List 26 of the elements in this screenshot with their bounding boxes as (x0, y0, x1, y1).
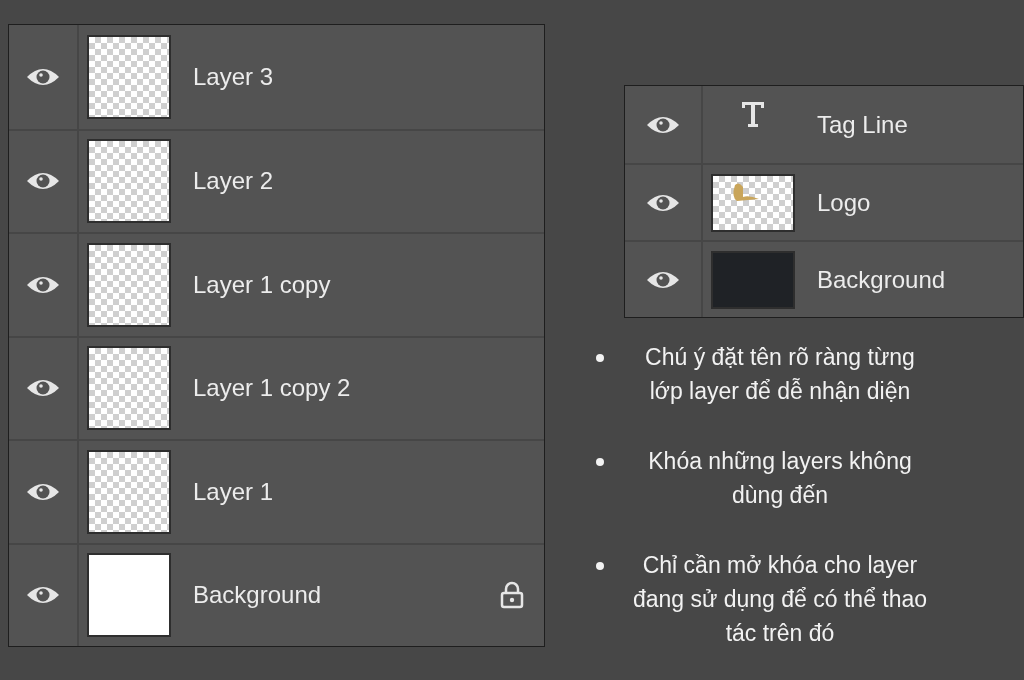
layer-row[interactable]: Tag Line (625, 86, 1023, 163)
layer-name: Logo (817, 187, 872, 218)
layer-row[interactable]: Background (9, 542, 544, 646)
tip-text: Chú ý đặt tên rõ ràng từng lớp layer để dễ nhận diện (644, 343, 916, 406)
bullet-icon (596, 562, 604, 570)
tip-text: Chỉ cần mở khóa cho layer đang sử dụng để có thể thao tác trên đó (631, 551, 929, 648)
layer-row[interactable]: Layer 3 (9, 25, 544, 129)
text-layer-icon (740, 99, 766, 128)
layer-name: Tag Line (817, 109, 909, 140)
layer-name: Background (817, 264, 947, 295)
layer-name: Layer 1 copy 2 (193, 373, 352, 404)
bullet-icon (596, 458, 604, 466)
layer-row[interactable]: Layer 1 (9, 439, 544, 543)
layer-row[interactable]: Logo (625, 163, 1023, 240)
layer-row[interactable]: Background (625, 240, 1023, 317)
layer-name: Layer 3 (193, 61, 275, 92)
layer-name: Background (193, 580, 323, 611)
bullet-icon (596, 354, 604, 362)
layer-name: Layer 2 (193, 166, 275, 197)
layer-row[interactable]: Layer 1 copy 2 (9, 335, 544, 439)
layer-name: Layer 1 copy (193, 269, 332, 300)
layer-name: Layer 1 (193, 476, 275, 507)
layer-row[interactable]: Layer 2 (9, 128, 544, 232)
tip-text: Khóa những layers không dùng đến (647, 447, 913, 510)
layer-row[interactable]: Layer 1 copy (9, 232, 544, 336)
lock-icon[interactable] (500, 581, 524, 610)
